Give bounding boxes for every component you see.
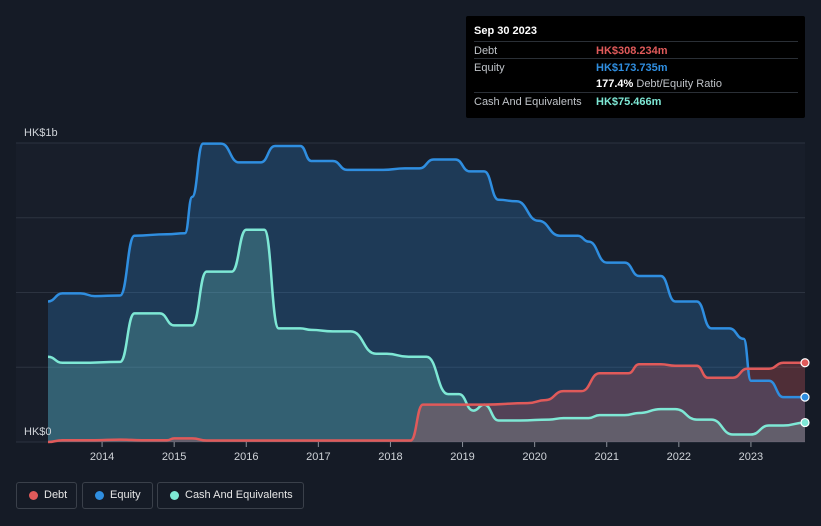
tooltip-row-ratio: 177.4% Debt/Equity Ratio: [474, 75, 798, 92]
tooltip-cash-value: HK$75.466m: [596, 96, 662, 108]
x-tick-label-2021: 2021: [594, 451, 618, 463]
tooltip-date: Sep 30 2023: [474, 25, 537, 37]
legend-equity-dot: [95, 491, 104, 500]
tooltip-cash-label: Cash And Equivalents: [474, 96, 582, 108]
x-tick-label-2016: 2016: [234, 451, 258, 463]
tooltip-equity-value: HK$173.735m: [596, 62, 668, 74]
tooltip-ratio-value: 177.4% Debt/Equity Ratio: [596, 78, 722, 90]
legend-cash-label: Cash And Equivalents: [185, 489, 293, 501]
x-tick-label-2014: 2014: [90, 451, 114, 463]
x-tick-label-2019: 2019: [450, 451, 474, 463]
x-tick-label-2017: 2017: [306, 451, 330, 463]
legend-item-equity[interactable]: Equity: [82, 482, 153, 509]
tooltip-ratio-label: Debt/Equity Ratio: [636, 78, 722, 90]
x-tick-label-2022: 2022: [667, 451, 691, 463]
tooltip-row-cash: Cash And Equivalents HK$75.466m: [474, 92, 798, 110]
legend-debt-label: Debt: [44, 489, 68, 501]
x-tick-label-2020: 2020: [522, 451, 546, 463]
x-tick-label-2023: 2023: [739, 451, 763, 463]
legend-cash-dot: [170, 491, 179, 500]
tooltip-debt-label: Debt: [474, 45, 498, 57]
legend-item-debt[interactable]: Debt: [16, 482, 77, 509]
tooltip-row-debt: Debt HK$308.234m: [474, 41, 798, 59]
data-tooltip: Sep 30 2023 Debt HK$308.234m Equity HK$1…: [466, 16, 805, 118]
cash-and-equivalents-end-marker: [800, 417, 810, 428]
debt-end-marker: [800, 358, 810, 368]
y-axis-top-label: HK$1b: [24, 127, 58, 139]
legend-debt-dot: [29, 491, 38, 500]
legend-item-cash[interactable]: Cash And Equivalents: [157, 482, 304, 509]
tooltip-equity-label: Equity: [474, 62, 505, 74]
tooltip-debt-value: HK$308.234m: [596, 45, 668, 57]
equity-end-marker: [800, 392, 810, 402]
legend-equity-label: Equity: [110, 489, 141, 501]
x-tick-label-2018: 2018: [378, 451, 402, 463]
x-tick-label-2015: 2015: [162, 451, 186, 463]
tooltip-row-equity: Equity HK$173.735m: [474, 58, 798, 76]
tooltip-ratio-number: 177.4%: [596, 78, 634, 90]
y-axis-bottom-label: HK$0: [24, 426, 52, 438]
